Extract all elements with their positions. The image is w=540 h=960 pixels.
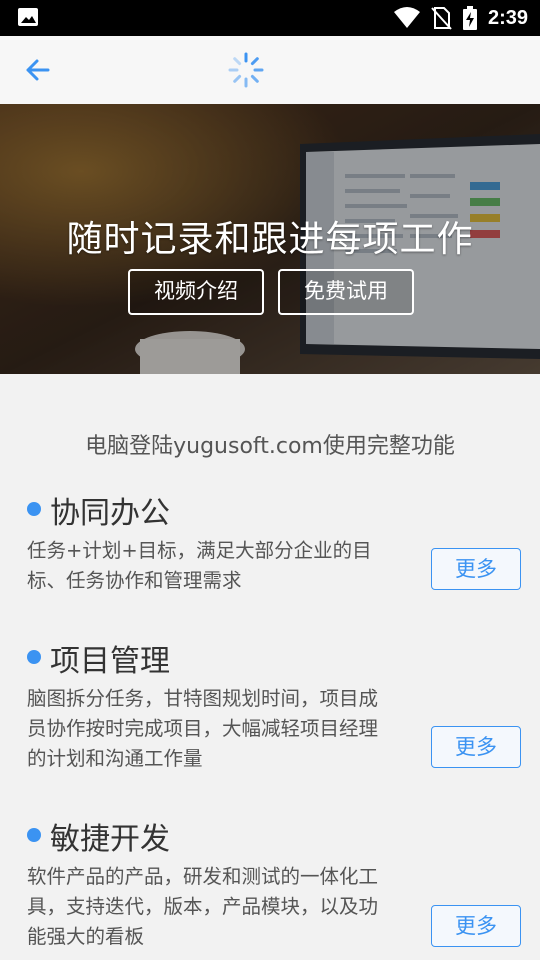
feature-title: 协同办公	[50, 496, 170, 531]
free-trial-button[interactable]: 免费试用	[278, 269, 414, 315]
more-button[interactable]: 更多	[431, 905, 521, 947]
status-icons: 2:39	[393, 6, 528, 30]
status-time: 2:39	[487, 6, 528, 29]
wifi-icon	[393, 7, 420, 28]
feature-description: 软件产品的产品，研发和测试的一体化工 具，支持迭代，版本，产品模块，以及功 能强…	[27, 862, 417, 952]
bullet-dot	[27, 502, 41, 516]
subtitle: 电脑登陆yugusoft.com使用完整功能	[85, 434, 455, 459]
video-intro-button[interactable]: 视频介绍	[128, 269, 264, 315]
bullet-dot	[27, 828, 41, 842]
battery-charging-icon	[462, 6, 477, 30]
feature-description-line: 标、任务协作和管理需求	[27, 569, 242, 592]
hero-banner: 随时记录和跟进每项工作 视频介绍 免费试用	[0, 104, 540, 374]
feature-description-line: 软件产品的产品，研发和测试的一体化工	[27, 865, 379, 888]
feature-description-line: 的计划和沟通工作量	[27, 747, 203, 770]
feature-description: 脑图拆分任务，甘特图规划时间，项目成 员协作按时完成项目，大幅减轻项目经理 的计…	[27, 684, 417, 774]
more-button[interactable]: 更多	[431, 548, 521, 590]
hero-title: 随时记录和跟进每项工作	[66, 219, 474, 260]
no-sim-icon	[431, 7, 452, 30]
feature-description: 任务+计划+目标，满足大部分企业的目 标、任务协作和管理需求	[27, 536, 417, 596]
bullet-dot	[27, 650, 41, 664]
app-bar	[0, 36, 540, 105]
arrow-left-icon[interactable]	[18, 54, 58, 86]
feature-title: 敏捷开发	[50, 822, 170, 857]
spinner-icon	[228, 52, 264, 88]
more-button[interactable]: 更多	[431, 726, 521, 768]
status-bar: 2:39	[0, 0, 540, 36]
feature-description-line: 能强大的看板	[27, 925, 145, 948]
feature-description-line: 员协作按时完成项目，大幅减轻项目经理	[27, 717, 379, 740]
feature-description-line: 任务+计划+目标，满足大部分企业的目	[27, 539, 372, 562]
feature-title: 项目管理	[50, 644, 170, 679]
feature-description-line: 脑图拆分任务，甘特图规划时间，项目成	[27, 687, 379, 710]
feature-description-line: 具，支持迭代，版本，产品模块，以及功	[27, 895, 379, 918]
image-icon	[18, 8, 38, 26]
